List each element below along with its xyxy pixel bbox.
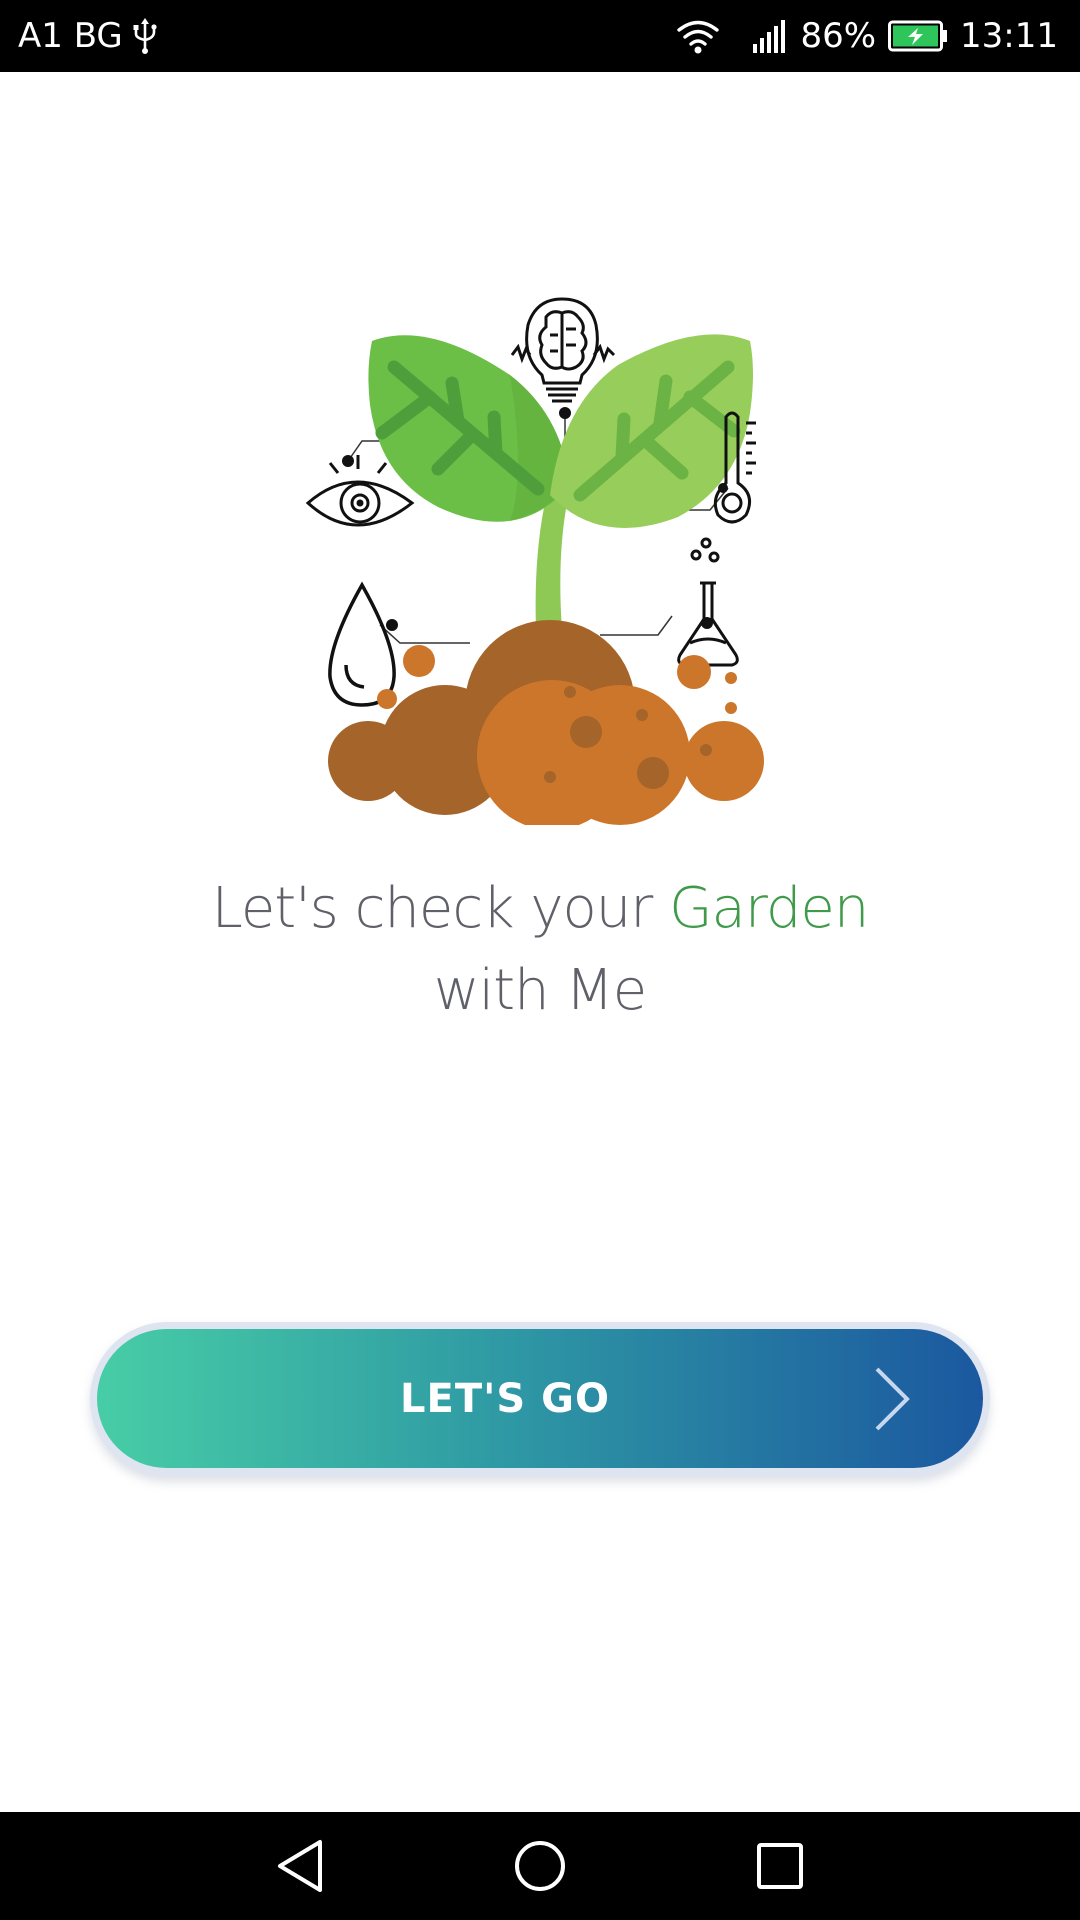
headline: Let's check your Garden with Me [0, 868, 1080, 1032]
headline-line-1: Let's check your Garden [0, 868, 1080, 950]
status-right: 86% 13:11 [676, 16, 1058, 56]
battery-charging-icon [888, 20, 948, 52]
headline-line-2: with Me [433, 958, 647, 1023]
headline-accent: Garden [669, 876, 869, 941]
wifi-icon [676, 18, 720, 54]
chevron-right-icon [875, 1367, 910, 1431]
signal-icon [752, 18, 788, 54]
lets-go-button[interactable]: LET'S GO [97, 1329, 983, 1468]
clock: 13:11 [960, 16, 1058, 56]
navigation-bar [0, 1812, 1080, 1920]
garden-illustration [300, 285, 780, 830]
plant-icon [305, 297, 764, 830]
headline-text: Let's check your [211, 876, 670, 941]
water-drop-icon [328, 581, 396, 707]
soil-icon [328, 620, 764, 830]
status-left: A1 BG [18, 16, 157, 56]
status-bar: A1 BG 86% 13:11 [0, 0, 1080, 72]
home-circle-icon[interactable] [510, 1836, 570, 1896]
usb-icon [133, 18, 157, 54]
flask-icon [677, 537, 739, 667]
back-triangle-icon[interactable] [270, 1836, 330, 1896]
carrier-label: A1 BG [18, 16, 123, 56]
lets-go-label: LET'S GO [400, 1375, 610, 1422]
recents-square-icon[interactable] [750, 1836, 810, 1896]
battery-percent: 86% [800, 16, 877, 56]
